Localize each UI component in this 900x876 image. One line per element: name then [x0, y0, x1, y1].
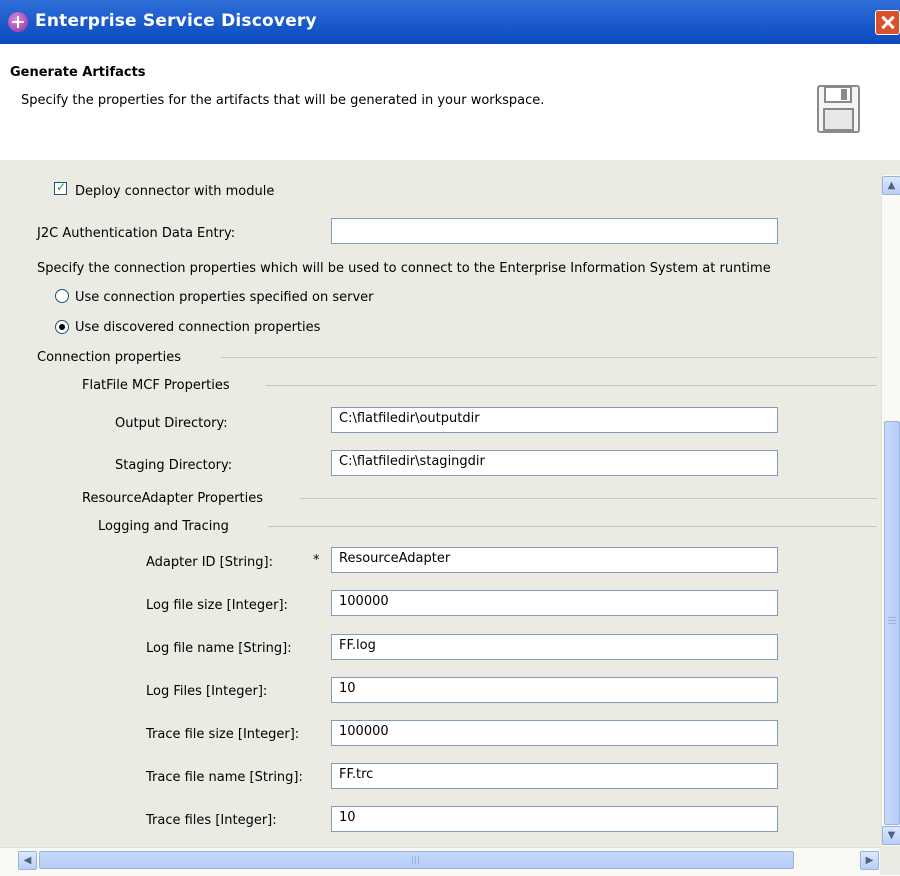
resource-adapter-heading: ResourceAdapter Properties [82, 491, 264, 506]
group-divider [221, 357, 877, 358]
app-icon [8, 12, 28, 32]
adapter-id-input[interactable]: ResourceAdapter [331, 547, 778, 573]
floppy-disk-icon [817, 85, 860, 133]
title-bar: Enterprise Service Discovery [0, 0, 900, 44]
radio-server-label: Use connection properties specified on s… [75, 290, 374, 305]
scroll-right-button[interactable]: ▶ [860, 851, 879, 870]
scroll-grip [888, 617, 896, 618]
scroll-up-button[interactable]: ▲ [882, 176, 900, 195]
log-files-label: Log Files [Integer]: [146, 684, 268, 699]
trace-file-size-input[interactable]: 100000 [331, 720, 778, 746]
output-directory-label: Output Directory: [115, 416, 228, 431]
log-file-name-label: Log file name [String]: [146, 641, 292, 656]
mcf-properties-heading: FlatFile MCF Properties [82, 378, 230, 393]
wizard-header: Generate Artifacts Specify the propertie… [0, 44, 900, 161]
log-file-size-label: Log file size [Integer]: [146, 598, 288, 613]
radio-discovered-label: Use discovered connection properties [75, 320, 321, 335]
connection-properties-heading: Connection properties [37, 350, 182, 365]
trace-files-input[interactable]: 10 [331, 806, 778, 832]
window-title: Enterprise Service Discovery [35, 11, 317, 31]
staging-directory-label: Staging Directory: [115, 458, 233, 473]
group-divider [300, 498, 877, 499]
output-directory-input[interactable]: C:\flatfiledir\outputdir [331, 407, 778, 433]
radio-discovered-properties[interactable] [55, 320, 69, 334]
trace-file-name-label: Trace file name [String]: [146, 770, 303, 785]
scroll-grip [888, 623, 896, 624]
trace-file-name-input[interactable]: FF.trc [331, 763, 778, 789]
radio-server-properties[interactable] [55, 289, 69, 303]
log-file-size-input[interactable]: 100000 [331, 590, 778, 616]
adapter-id-label: Adapter ID [String]: [146, 555, 274, 570]
scroll-grip [412, 856, 413, 864]
log-file-name-input[interactable]: FF.log [331, 634, 778, 660]
scroll-grip [418, 856, 419, 864]
scroll-left-button[interactable]: ◀ [18, 851, 37, 870]
j2c-auth-input[interactable] [331, 218, 778, 244]
scroll-grip [415, 856, 416, 864]
horizontal-scroll-thumb[interactable] [39, 851, 794, 869]
required-marker: * [313, 553, 320, 568]
page-title: Generate Artifacts [10, 65, 146, 80]
logging-tracing-heading: Logging and Tracing [98, 519, 229, 534]
close-button[interactable] [875, 10, 900, 35]
radio-selected-dot [59, 324, 65, 330]
scroll-grip [888, 620, 896, 621]
j2c-label: J2C Authentication Data Entry: [37, 226, 236, 241]
trace-files-label: Trace files [Integer]: [146, 813, 277, 828]
group-divider [266, 385, 877, 386]
deploy-label: Deploy connector with module [75, 184, 275, 199]
group-divider [268, 526, 877, 527]
log-files-input[interactable]: 10 [331, 677, 778, 703]
trace-file-size-label: Trace file size [Integer]: [146, 727, 300, 742]
connection-instruction: Specify the connection properties which … [37, 261, 771, 276]
scrollbar-corner [880, 847, 900, 875]
page-description: Specify the properties for the artifacts… [21, 93, 545, 108]
scroll-down-button[interactable]: ▼ [882, 826, 900, 845]
staging-directory-input[interactable]: C:\flatfiledir\stagingdir [331, 450, 778, 476]
deploy-checkbox[interactable]: ✓ [54, 180, 67, 195]
